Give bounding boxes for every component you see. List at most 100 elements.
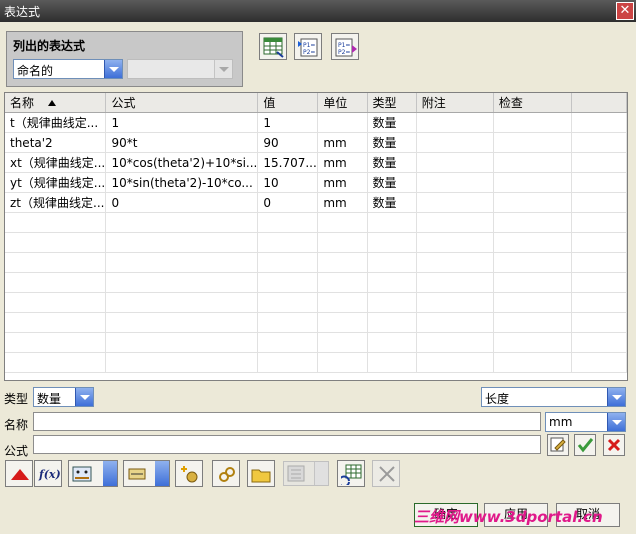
table-cell	[5, 292, 107, 313]
refresh-spreadsheet-button[interactable]	[337, 460, 365, 487]
type-dropdown[interactable]: 数量	[33, 387, 94, 407]
table-cell	[416, 252, 494, 273]
measure-options-button[interactable]	[123, 460, 170, 487]
table-cell	[493, 212, 572, 233]
table-cell	[257, 312, 319, 333]
empty-table-row[interactable]	[5, 232, 627, 253]
svg-text:P1=: P1=	[303, 42, 315, 49]
table-cell	[416, 112, 494, 133]
table-cell	[416, 272, 494, 293]
table-cell: 数量	[367, 152, 417, 173]
move-up-button[interactable]	[5, 460, 33, 487]
table-cell: zt（规律曲线定...	[5, 192, 107, 213]
chain-link-icon	[219, 467, 235, 482]
svg-text:P1=: P1=	[338, 42, 350, 49]
table-cell: 0	[105, 192, 259, 213]
chevron-down-icon	[214, 60, 232, 78]
table-cell: 数量	[367, 192, 417, 213]
table-row[interactable]: t（规律曲线定... 1 1 数量	[5, 112, 627, 133]
table-cell	[367, 292, 417, 313]
table-cell	[571, 352, 627, 373]
expressions-table[interactable]: 名称 公式 值 单位 类型 附注 检查 t（规律曲线定... 1 1 数量 theta'…	[4, 92, 628, 381]
column-header-name[interactable]: 名称	[5, 93, 107, 113]
table-cell	[493, 312, 572, 333]
empty-table-row[interactable]	[5, 292, 627, 313]
empty-table-row[interactable]	[5, 352, 627, 373]
function-button[interactable]: f(x)	[34, 460, 62, 487]
type-label: 类型	[4, 392, 29, 406]
table-cell	[105, 212, 259, 233]
table-cell	[105, 252, 259, 273]
reject-button[interactable]	[603, 434, 625, 456]
close-button[interactable]: ✕	[616, 2, 634, 20]
column-header-check[interactable]: 检查	[493, 93, 572, 113]
measure-distance-button[interactable]	[68, 460, 118, 487]
table-cell	[416, 232, 494, 253]
table-cell	[493, 352, 572, 373]
column-header-unit[interactable]: 单位	[317, 93, 368, 113]
empty-table-row[interactable]	[5, 312, 627, 333]
table-cell: mm	[317, 152, 368, 173]
link-part-button[interactable]	[212, 460, 240, 487]
table-cell	[257, 252, 319, 273]
table-cell	[317, 352, 368, 373]
table-cell	[105, 272, 259, 293]
empty-table-row[interactable]	[5, 332, 627, 353]
table-cell: 10*cos(theta'2)+10*si...	[105, 152, 259, 173]
table-cell	[493, 232, 572, 253]
table-cell	[416, 332, 494, 353]
table-cell	[493, 272, 572, 293]
table-cell: 数量	[367, 112, 417, 133]
empty-table-row[interactable]	[5, 212, 627, 233]
table-cell	[5, 352, 107, 373]
edit-icon	[550, 437, 566, 452]
column-header-formula[interactable]: 公式	[105, 93, 259, 113]
edit-formula-button[interactable]	[547, 434, 569, 456]
column-header-type[interactable]: 类型	[367, 93, 417, 113]
table-cell	[493, 292, 572, 313]
dimension-dropdown[interactable]: 长度	[481, 387, 626, 407]
filter-dropdown[interactable]: 命名的	[13, 59, 123, 79]
table-cell	[416, 292, 494, 313]
open-file-button[interactable]	[247, 460, 275, 487]
table-cell	[571, 212, 627, 233]
chevron-down-icon[interactable]	[155, 461, 169, 486]
chevron-down-icon[interactable]	[103, 461, 117, 486]
name-input[interactable]	[33, 412, 541, 431]
accept-button[interactable]	[574, 434, 596, 456]
unit-dropdown[interactable]: mm	[545, 412, 626, 432]
table-cell	[416, 132, 494, 153]
type-value: 数量	[37, 392, 62, 406]
spreadsheet-button[interactable]	[259, 33, 287, 60]
table-cell	[571, 332, 627, 353]
table-cell	[367, 252, 417, 273]
table-cell	[257, 212, 319, 233]
folder-icon	[251, 469, 271, 483]
table-row[interactable]: theta'2 90*t 90 mm 数量	[5, 132, 627, 153]
table-cell	[367, 212, 417, 233]
table-cell	[416, 352, 494, 373]
delete-x-icon	[379, 466, 395, 482]
interpart-button[interactable]	[175, 460, 203, 487]
empty-table-row[interactable]	[5, 272, 627, 293]
table-row[interactable]: xt（规律曲线定... 10*cos(theta'2)+10*si... 15.70…	[5, 152, 627, 173]
empty-table-row[interactable]	[5, 252, 627, 273]
table-row[interactable]: zt（规律曲线定... 0 0 mm 数量	[5, 192, 627, 213]
table-cell: t（规律曲线定...	[5, 112, 107, 133]
red-x-icon	[607, 438, 621, 452]
table-cell	[5, 332, 107, 353]
import-expressions-button[interactable]: P1= P2=	[294, 33, 322, 60]
export-expressions-button[interactable]: P1= P2=	[331, 33, 359, 60]
table-cell	[105, 352, 259, 373]
table-cell: 10*sin(theta'2)-10*co...	[105, 172, 259, 193]
table-row[interactable]: yt（规律曲线定... 10*sin(theta'2)-10*co... 10 mm 数…	[5, 172, 627, 193]
column-header-comment[interactable]: 附注	[416, 93, 494, 113]
table-cell: 90	[257, 132, 319, 153]
sort-ascending-icon	[48, 100, 57, 106]
formula-input[interactable]	[33, 435, 541, 454]
table-cell	[493, 112, 572, 133]
table-cell	[416, 212, 494, 233]
table-cell	[5, 252, 107, 273]
table-cell: 数量	[367, 132, 417, 153]
column-header-value[interactable]: 值	[257, 93, 319, 113]
